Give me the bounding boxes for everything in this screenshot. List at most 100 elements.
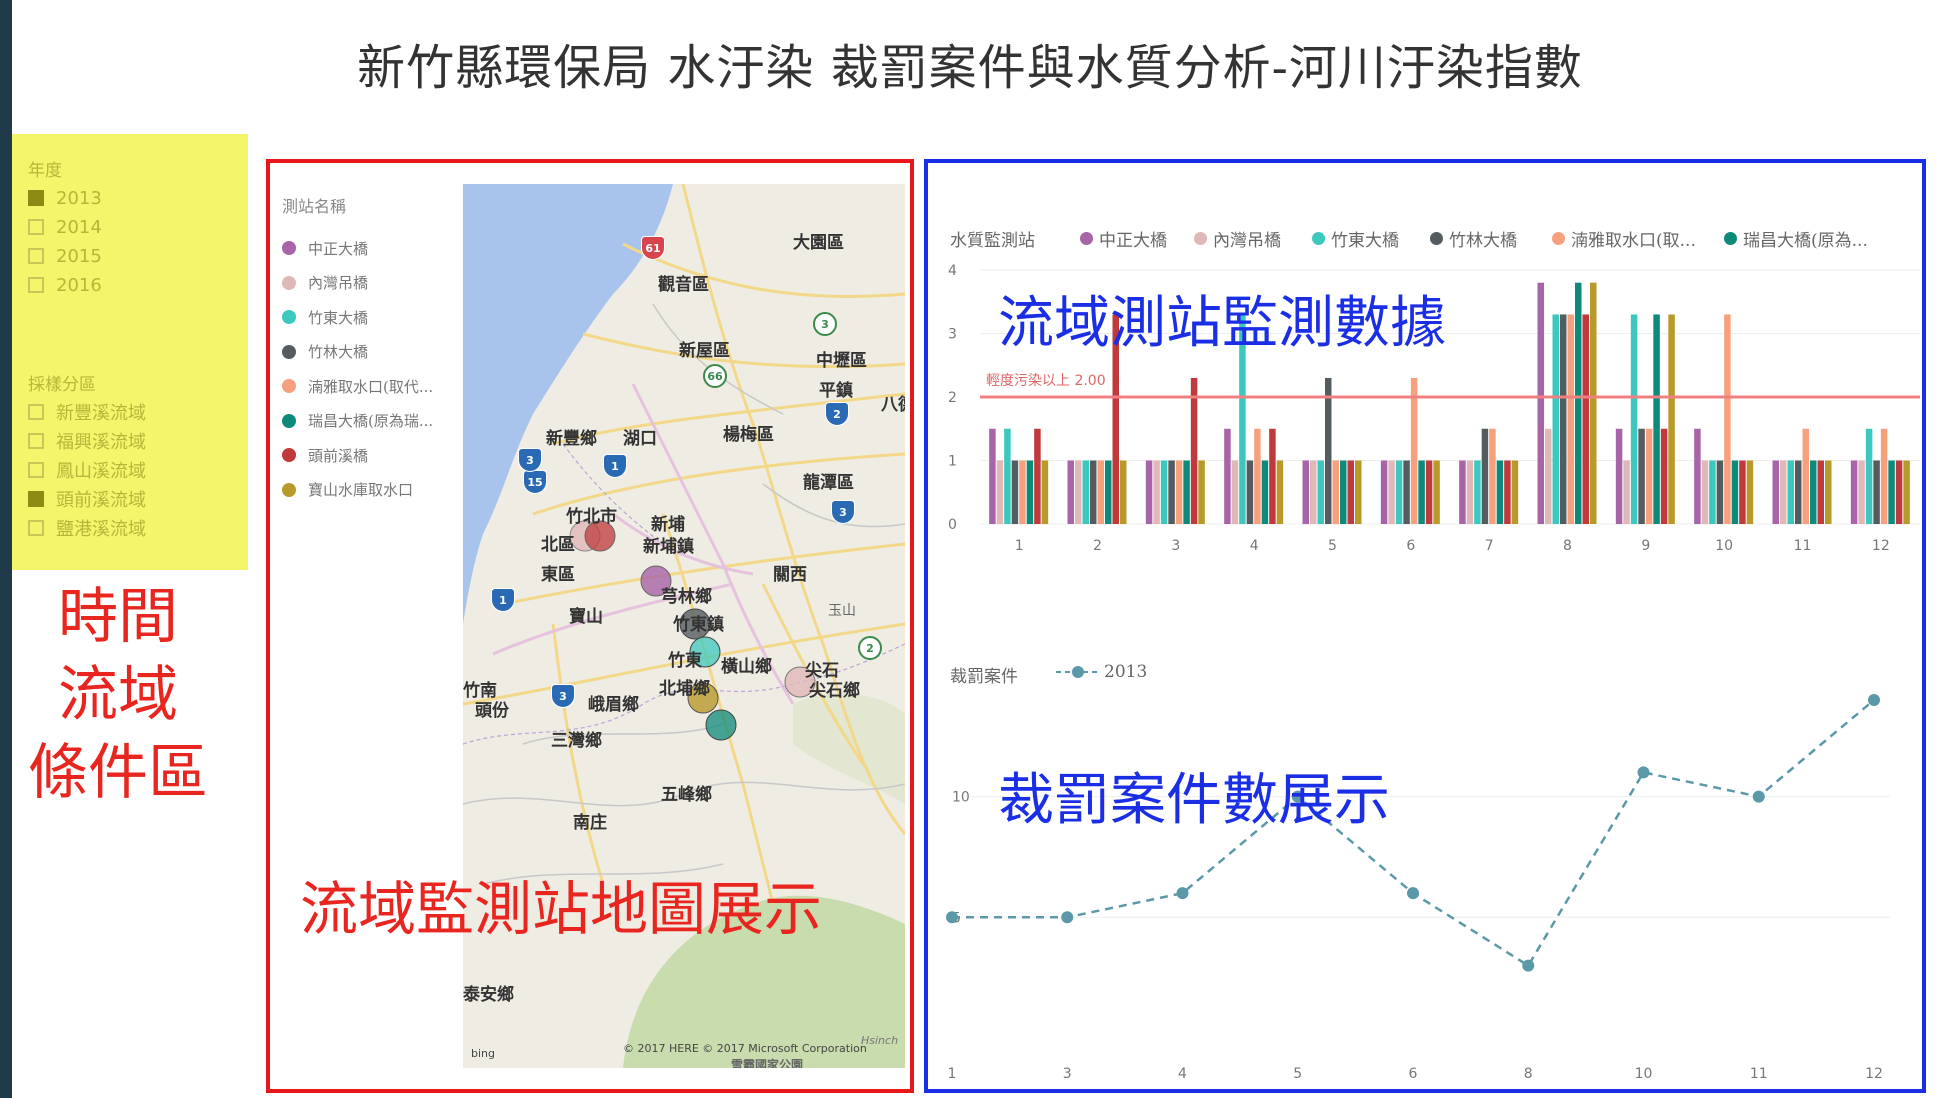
bar-mark[interactable] xyxy=(1097,460,1105,525)
bar-mark[interactable] xyxy=(1340,460,1347,525)
area-option[interactable]: 福興溪流域 xyxy=(28,429,146,453)
bar-mark[interactable] xyxy=(1231,460,1239,525)
bar-mark[interactable] xyxy=(1459,460,1466,525)
bar-legend-item[interactable]: 竹林大橋 xyxy=(1430,226,1517,251)
bar-mark[interactable] xyxy=(1810,460,1817,525)
line-data-point[interactable] xyxy=(1176,887,1189,900)
bar-mark[interactable] xyxy=(1224,428,1231,524)
bar-mark[interactable] xyxy=(1317,460,1325,525)
bar-mark[interactable] xyxy=(1795,460,1802,525)
bar-mark[interactable] xyxy=(1537,282,1545,524)
bar-mark[interactable] xyxy=(1347,460,1355,525)
bar-mark[interactable] xyxy=(1011,460,1019,525)
bar-mark[interactable] xyxy=(1004,428,1011,524)
checkbox-icon[interactable] xyxy=(28,248,44,264)
bar-mark[interactable] xyxy=(1418,460,1425,525)
bar-mark[interactable] xyxy=(1355,460,1362,525)
bar-mark[interactable] xyxy=(1623,460,1630,525)
bar-mark[interactable] xyxy=(1145,460,1153,525)
bar-mark[interactable] xyxy=(1567,314,1575,524)
bar-mark[interactable] xyxy=(1302,460,1310,525)
bar-mark[interactable] xyxy=(1903,460,1910,525)
bar-mark[interactable] xyxy=(1466,460,1474,525)
bar-mark[interactable] xyxy=(1825,460,1832,525)
bar-legend-item[interactable]: 湳雅取水口(取... xyxy=(1552,226,1696,251)
bar-mark[interactable] xyxy=(1332,460,1340,525)
bar-mark[interactable] xyxy=(1433,460,1440,525)
bar-mark[interactable] xyxy=(1615,428,1623,524)
bar-mark[interactable] xyxy=(1716,460,1724,525)
checkbox-icon[interactable] xyxy=(28,277,44,293)
bar-mark[interactable] xyxy=(1731,460,1739,525)
bar-mark[interactable] xyxy=(1817,460,1825,525)
bar-mark[interactable] xyxy=(1168,460,1175,525)
bar-mark[interactable] xyxy=(1489,428,1496,524)
bar-mark[interactable] xyxy=(1403,460,1410,525)
bar-mark[interactable] xyxy=(1120,460,1127,525)
bar-mark[interactable] xyxy=(1090,460,1097,525)
checkbox-icon[interactable] xyxy=(28,433,44,449)
station-legend-item[interactable]: 竹林大橋 xyxy=(282,341,368,363)
station-legend-item[interactable]: 湳雅取水口(取代... xyxy=(282,375,433,397)
line-data-point[interactable] xyxy=(1752,790,1765,803)
area-option[interactable]: 頭前溪流域 xyxy=(28,487,146,511)
bar-mark[interactable] xyxy=(1153,460,1160,525)
bar-mark[interactable] xyxy=(1701,460,1709,525)
bar-mark[interactable] xyxy=(1261,460,1269,525)
bar-mark[interactable] xyxy=(1575,282,1582,524)
checkbox-icon[interactable] xyxy=(28,520,44,536)
bar-mark[interactable] xyxy=(1772,460,1780,525)
checkbox-icon[interactable] xyxy=(28,219,44,235)
bar-mark[interactable] xyxy=(1041,460,1049,525)
bar-mark[interactable] xyxy=(1380,460,1388,525)
bar-mark[interactable] xyxy=(1780,460,1787,525)
bar-mark[interactable] xyxy=(989,428,996,524)
bar-mark[interactable] xyxy=(1582,314,1590,524)
checkbox-icon[interactable] xyxy=(28,491,44,507)
bar-mark[interactable] xyxy=(1590,282,1597,524)
bar-mark[interactable] xyxy=(1660,428,1668,524)
bar-mark[interactable] xyxy=(1638,428,1645,524)
bar-mark[interactable] xyxy=(1504,460,1511,525)
bar-mark[interactable] xyxy=(1026,460,1034,525)
bar-mark[interactable] xyxy=(1410,377,1418,524)
checkbox-icon[interactable] xyxy=(28,190,44,206)
line-data-point[interactable] xyxy=(1522,959,1535,972)
bar-mark[interactable] xyxy=(1552,314,1560,524)
checkbox-icon[interactable] xyxy=(28,462,44,478)
bar-mark[interactable] xyxy=(1075,460,1082,525)
bar-mark[interactable] xyxy=(1496,460,1504,525)
bar-mark[interactable] xyxy=(1019,460,1026,525)
bar-mark[interactable] xyxy=(1858,460,1865,525)
bar-mark[interactable] xyxy=(1034,428,1041,524)
bar-mark[interactable] xyxy=(1105,460,1112,525)
bar-mark[interactable] xyxy=(1709,460,1716,525)
area-option[interactable]: 鹽港溪流域 xyxy=(28,516,146,540)
bar-mark[interactable] xyxy=(1873,460,1880,525)
bar-mark[interactable] xyxy=(1190,377,1198,524)
area-option[interactable]: 鳳山溪流域 xyxy=(28,458,146,482)
year-option-2013[interactable]: 2013 xyxy=(28,186,102,210)
bar-mark[interactable] xyxy=(996,460,1004,525)
bar-mark[interactable] xyxy=(1880,428,1888,524)
bar-mark[interactable] xyxy=(1082,460,1090,525)
penalty-case-line-chart[interactable]: 510134568101112 xyxy=(930,690,1926,1090)
area-option[interactable]: 新豐溪流域 xyxy=(28,400,146,424)
checkbox-icon[interactable] xyxy=(28,404,44,420)
bar-mark[interactable] xyxy=(1183,460,1190,525)
line-data-point[interactable] xyxy=(1637,766,1650,779)
bar-mark[interactable] xyxy=(1560,314,1567,524)
line-data-point[interactable] xyxy=(1061,911,1074,924)
bar-legend-item[interactable]: 竹東大橋 xyxy=(1312,226,1399,251)
bar-mark[interactable] xyxy=(1067,460,1075,525)
bar-mark[interactable] xyxy=(1425,460,1433,525)
bar-mark[interactable] xyxy=(1276,460,1284,525)
line-data-point[interactable] xyxy=(1868,694,1880,706)
bar-mark[interactable] xyxy=(1310,460,1317,525)
bar-mark[interactable] xyxy=(1325,377,1332,524)
station-legend-item[interactable]: 中正大橋 xyxy=(282,237,368,259)
line-legend-item[interactable]: 2013 xyxy=(1056,662,1147,682)
bar-mark[interactable] xyxy=(1865,428,1873,524)
bar-mark[interactable] xyxy=(1653,314,1660,524)
station-legend-item[interactable]: 內灣吊橋 xyxy=(282,272,368,294)
